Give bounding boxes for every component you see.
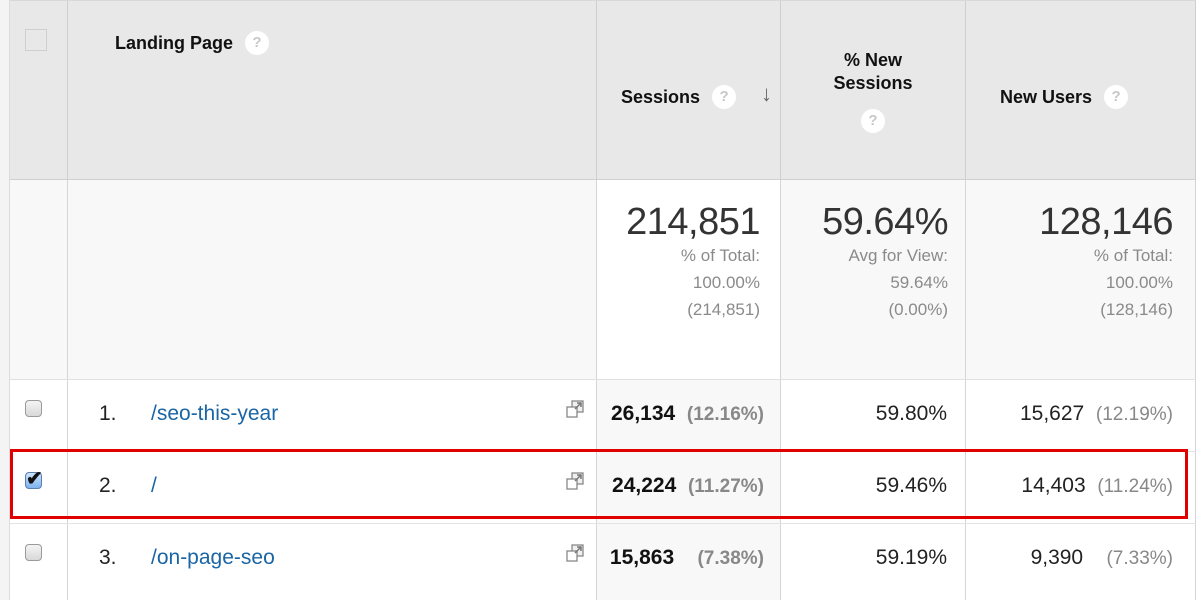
summary-value: 128,146 [1039,201,1173,243]
pct-new-sessions-cell: 59.19% [781,524,966,600]
summary-value: 214,851 [626,201,760,243]
summary-new-users: 128,146 % of Total: 100.00% (128,146) [966,180,1196,379]
pct-new-sessions-value: 59.19% [875,546,947,569]
help-icon[interactable]: ? [712,85,737,109]
help-icon[interactable]: ? [245,31,270,55]
header-select-cell [10,1,68,179]
help-icon[interactable]: ? [861,109,885,133]
new-users-header-label: New Users [1000,86,1093,107]
row-rank: 1. [99,402,117,425]
header-label-line: Sessions [833,73,913,93]
new-users-value: 14,403 [1021,474,1086,497]
checkmark-icon: ✔ [26,468,43,490]
table-row: ✔ 2. / 24,224 (11.27%) 59.46% 14,403 (11… [10,452,1196,524]
summary-value: 59.64% [822,201,948,243]
row-select-cell [10,524,68,600]
row-rank: 3. [99,546,117,569]
new-users-percent: (7.33%) [1106,548,1173,569]
pct-new-sessions-header-label: % New Sessions [781,49,965,95]
open-in-new-window-icon[interactable] [564,543,586,565]
summary-caption: (214,851) [687,300,760,319]
new-users-cell: 15,627 (12.19%) [966,380,1196,451]
open-in-new-window-icon[interactable] [564,399,586,421]
row-rank: 2. [99,474,117,497]
landing-page-report-table: Landing Page ? Sessions ? ↓ % New Sessio… [0,0,1200,600]
table-row: 1. /seo-this-year 26,134 (12.16%) 59.80%… [10,380,1196,452]
header-sessions[interactable]: Sessions ? ↓ [597,1,781,179]
summary-caption: (128,146) [1100,300,1173,319]
sort-descending-icon[interactable]: ↓ [761,81,772,107]
new-users-cell: 14,403 (11.24%) [966,452,1196,523]
new-users-value: 15,627 [1019,402,1085,425]
summary-caption: Avg for View: [848,246,948,265]
sessions-percent: (12.16%) [686,404,764,425]
header-pct-new-sessions[interactable]: % New Sessions ? [781,1,966,179]
summary-caption: 59.64% [890,273,948,292]
summary-sessions: 214,851 % of Total: 100.00% (214,851) [597,180,781,379]
landing-page-cell: 1. /seo-this-year [68,380,597,451]
header-new-users[interactable]: New Users ? [966,1,1196,179]
landing-page-cell: 3. /on-page-seo [68,524,597,600]
new-users-cell: 9,390 (7.33%) [966,524,1196,600]
summary-empty-cell [10,180,68,379]
sessions-value: 24,224 [612,474,677,497]
new-users-value: 9,390 [1030,546,1084,569]
landing-page-header-label: Landing Page [115,32,234,53]
summary-empty-cell [68,180,597,379]
table-left-gutter [0,0,10,600]
summary-caption: % of Total: [680,246,760,265]
sessions-cell: 26,134 (12.16%) [597,380,781,451]
summary-caption: % of Total: [1093,246,1173,265]
pct-new-sessions-value: 59.80% [875,402,947,425]
sessions-value: 26,134 [610,402,676,425]
sessions-percent: (11.27%) [687,476,764,497]
summary-caption: (0.00%) [888,300,948,319]
summary-caption: 100.00% [1105,273,1173,292]
row-checkbox[interactable] [25,544,42,561]
sessions-percent: (7.38%) [697,548,764,569]
sessions-header-label: Sessions [621,86,701,107]
header-label-line: % New [843,50,903,70]
row-checkbox[interactable] [25,400,42,417]
summary-caption: 100.00% [692,273,760,292]
header-landing-page[interactable]: Landing Page ? [68,1,597,179]
landing-page-link[interactable]: /on-page-seo [151,546,275,570]
row-select-cell: ✔ [10,452,68,523]
landing-page-link[interactable]: / [151,474,157,498]
summary-pct-new-sessions: 59.64% Avg for View: 59.64% (0.00%) [781,180,966,379]
open-in-new-window-icon[interactable] [564,471,586,493]
row-select-cell [10,380,68,451]
new-users-percent: (11.24%) [1097,476,1173,497]
summary-row: 214,851 % of Total: 100.00% (214,851) 59… [10,180,1196,380]
pct-new-sessions-cell: 59.80% [781,380,966,451]
new-users-percent: (12.19%) [1095,404,1173,425]
table-row: 3. /on-page-seo 15,863 (7.38%) 59.19% 9,… [10,524,1196,600]
select-all-checkbox[interactable] [25,29,47,51]
table-header-row: Landing Page ? Sessions ? ↓ % New Sessio… [10,0,1196,180]
landing-page-link[interactable]: /seo-this-year [151,402,278,426]
sessions-cell: 15,863 (7.38%) [597,524,781,600]
help-icon[interactable]: ? [1104,85,1129,109]
pct-new-sessions-value: 59.46% [875,474,947,497]
row-checkbox[interactable]: ✔ [25,468,43,490]
sessions-cell: 24,224 (11.27%) [597,452,781,523]
sessions-value: 15,863 [609,546,675,569]
landing-page-cell: 2. / [68,452,597,523]
pct-new-sessions-cell: 59.46% [781,452,966,523]
